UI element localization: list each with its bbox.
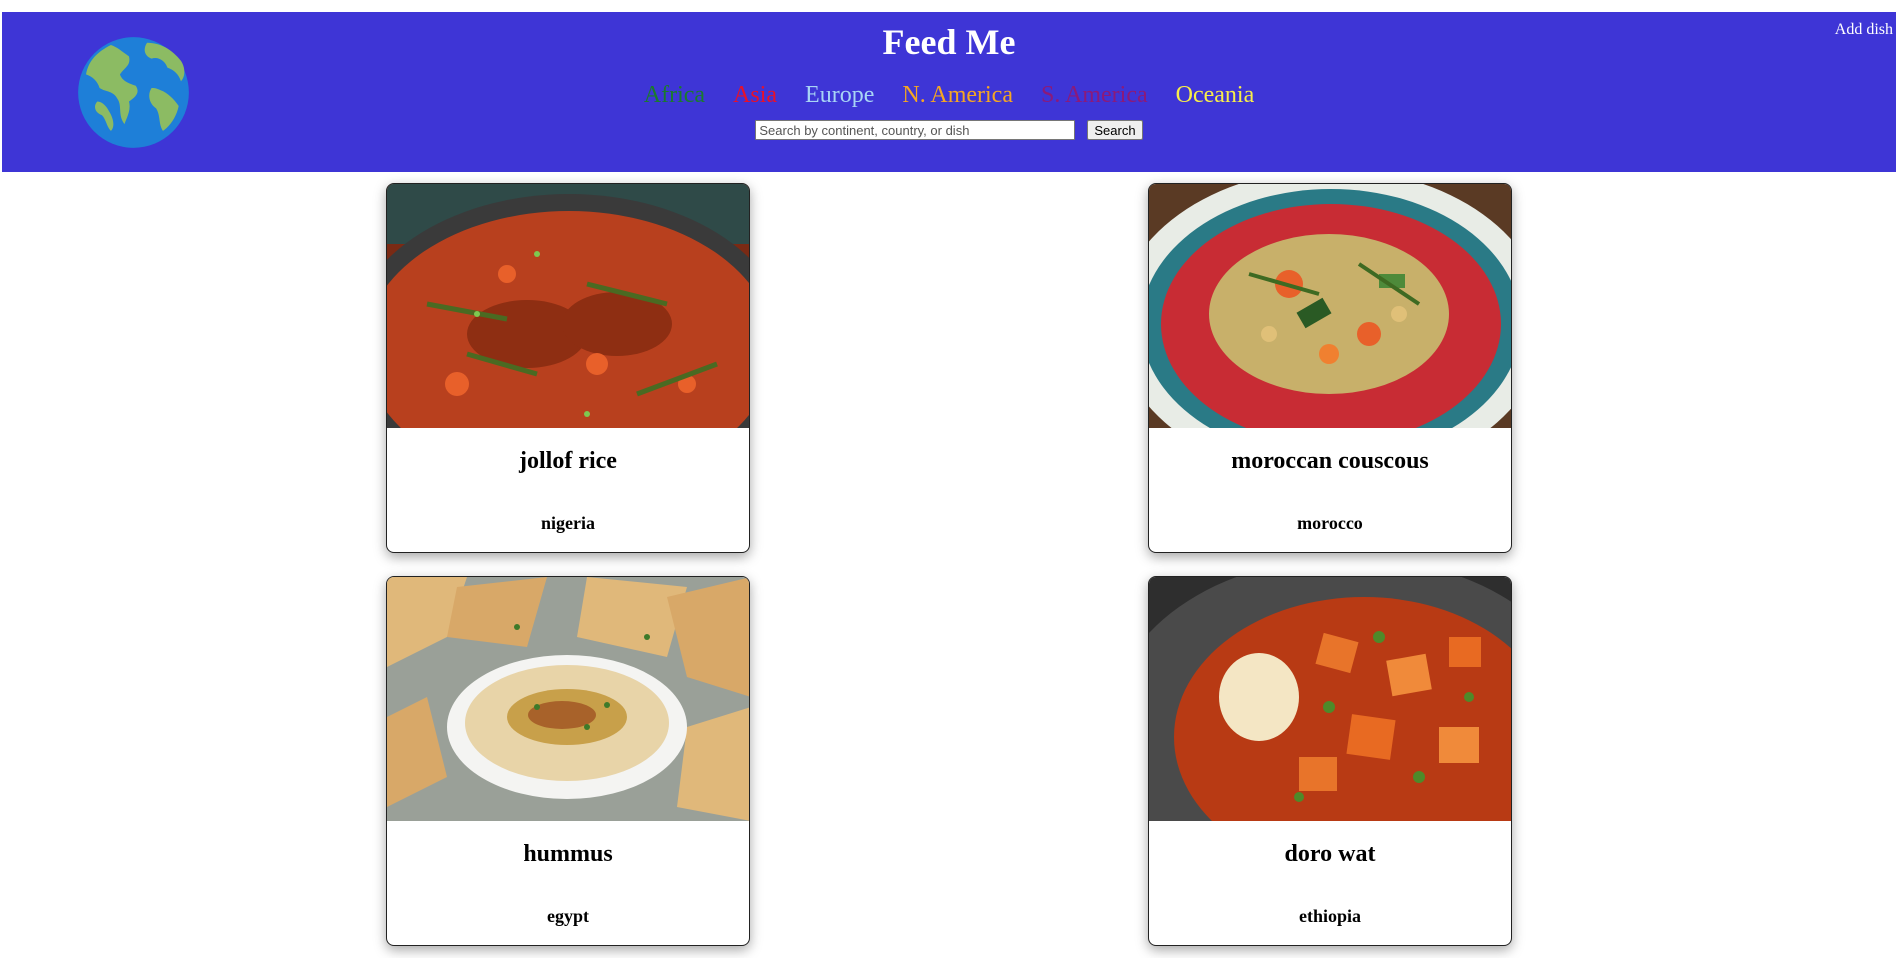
dish-card-moroccan-couscous[interactable]: moroccan couscous morocco xyxy=(1148,183,1512,553)
dish-name: hummus xyxy=(523,841,613,867)
dish-card-jollof-rice[interactable]: jollof rice nigeria xyxy=(386,183,750,553)
dish-name: jollof rice xyxy=(519,448,617,474)
dish-country: ethiopia xyxy=(1298,906,1361,926)
add-dish-link[interactable]: Add dish xyxy=(1835,20,1893,40)
nav-link-north-america[interactable]: N. America xyxy=(902,80,1013,110)
site-header: Feed Me Add dish Africa Asia Europe N. A… xyxy=(2,12,1896,172)
dish-name: doro wat xyxy=(1284,841,1376,867)
dish-name: moroccan couscous xyxy=(1231,448,1429,474)
search-button[interactable]: Search xyxy=(1087,120,1143,140)
nav-link-asia[interactable]: Asia xyxy=(733,80,777,110)
dish-country: nigeria xyxy=(541,513,595,533)
dish-country: morocco xyxy=(1297,513,1363,533)
moroccan-couscous-photo[interactable] xyxy=(1149,184,1511,428)
nav-link-europe[interactable]: Europe xyxy=(805,80,874,110)
site-title: Feed Me xyxy=(882,22,1016,62)
dish-country: egypt xyxy=(547,906,589,926)
continent-nav: Africa Asia Europe N. America S. America… xyxy=(2,80,1896,110)
dish-card-hummus[interactable]: hummus egypt xyxy=(386,576,750,946)
nav-link-south-america[interactable]: S. America xyxy=(1041,80,1148,110)
nav-link-africa[interactable]: Africa xyxy=(644,80,705,110)
nav-link-oceania[interactable]: Oceania xyxy=(1176,80,1255,110)
search-bar: Search xyxy=(2,120,1896,140)
doro-wat-photo[interactable] xyxy=(1149,577,1511,821)
dish-card-doro-wat[interactable]: doro wat ethiopia xyxy=(1148,576,1512,946)
jollof-rice-photo[interactable] xyxy=(387,184,749,428)
search-input[interactable] xyxy=(755,120,1076,140)
hummus-photo[interactable] xyxy=(387,577,749,821)
